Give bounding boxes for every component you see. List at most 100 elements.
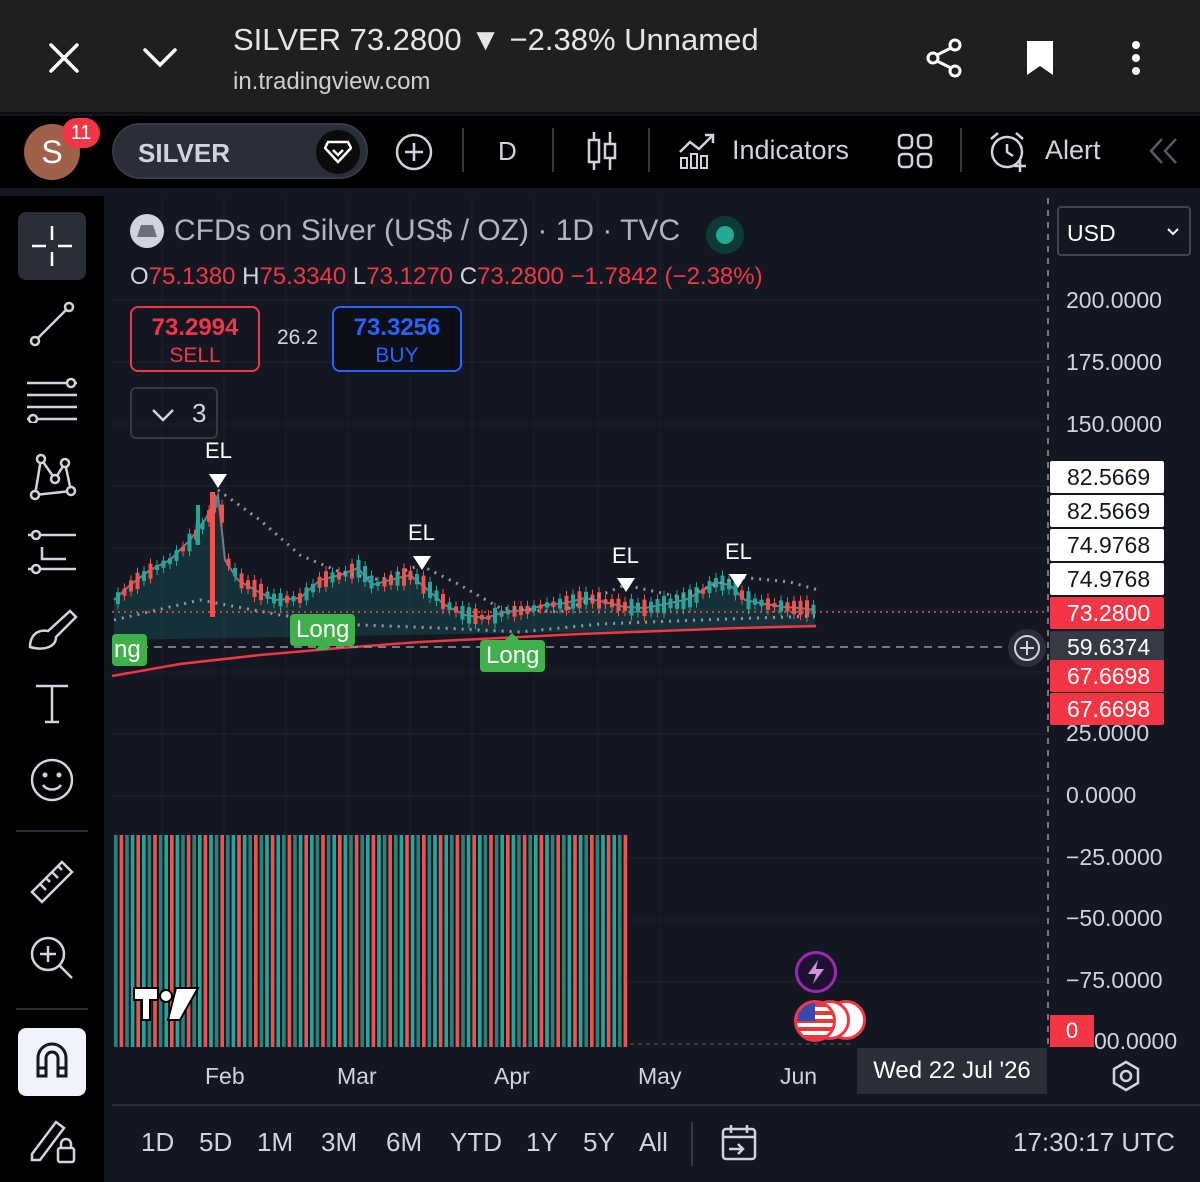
crosshair-price-label: 59.6374 <box>1050 631 1164 663</box>
toolbar-divider <box>552 128 554 172</box>
avatar-letter: S <box>41 134 63 170</box>
range-5d[interactable]: 5D <box>199 1127 232 1158</box>
page-url[interactable]: in.tradingview.com <box>233 68 430 96</box>
price-label: 74.9768 <box>1050 563 1164 595</box>
indicators-collapse-button[interactable]: 3 <box>130 387 218 439</box>
y-axis-tick: −75.0000 <box>1066 967 1163 993</box>
layout-grid-icon[interactable] <box>894 130 936 172</box>
lock-drawings-icon[interactable] <box>24 1112 80 1168</box>
chart-settings-icon[interactable] <box>1106 1056 1146 1096</box>
price-label: 67.6698 <box>1050 660 1164 692</box>
low-label: L <box>352 263 367 290</box>
currency-label: USD <box>1067 220 1116 246</box>
close-icon[interactable] <box>40 34 88 82</box>
price-label: 67.6698 <box>1050 693 1164 725</box>
ohlc-values: O75.1380 H75.3340 L73.1270 C73.2800 −1.7… <box>130 263 763 291</box>
range-5y[interactable]: 5Y <box>583 1127 615 1158</box>
toolbar-divider <box>960 128 962 172</box>
symbol-label: SILVER <box>138 138 230 168</box>
sell-price: 73.2994 <box>151 314 239 341</box>
low-value: 73.1270 <box>366 263 454 290</box>
indicators-button[interactable]: Indicators <box>732 135 849 166</box>
market-status-badge[interactable] <box>706 216 744 254</box>
open-value: 75.1380 <box>148 263 236 290</box>
toolbar-divider <box>462 128 464 172</box>
indicator-count: 3 <box>192 398 207 428</box>
add-price-line-icon[interactable] <box>1008 629 1046 667</box>
buy-button[interactable]: 73.3256 BUY <box>332 306 462 372</box>
bookmark-icon[interactable] <box>1016 34 1064 82</box>
range-ytd[interactable]: YTD <box>450 1127 502 1158</box>
series-legend[interactable]: CFDs on Silver (US$ / OZ) · 1D · TVC <box>174 214 680 248</box>
toolbar-divider <box>648 128 650 172</box>
close-label: C <box>459 263 478 290</box>
tools-divider <box>16 1008 88 1010</box>
range-divider <box>691 1122 693 1166</box>
us-flag-event-icon[interactable] <box>794 1000 836 1042</box>
crosshair-tool[interactable] <box>18 212 86 280</box>
y-axis-tick: 200.0000 <box>1066 287 1162 313</box>
text-tool-icon[interactable] <box>24 676 80 732</box>
range-1y[interactable]: 1Y <box>526 1127 558 1158</box>
notification-badge: 11 <box>62 118 100 148</box>
indicators-icon[interactable] <box>676 128 718 172</box>
long-signal-label: Long <box>480 640 546 672</box>
y-axis-tick: 150.0000 <box>1066 411 1162 437</box>
collapse-toolbar-icon[interactable] <box>1144 134 1184 168</box>
chevron-down-icon[interactable] <box>136 34 184 82</box>
forecasting-tool-icon[interactable] <box>24 524 80 580</box>
lightning-event-icon[interactable] <box>795 951 837 993</box>
page-title: SILVER 73.2800 ▼ −2.38% Unnamed <box>233 22 759 57</box>
emoji-icon[interactable] <box>24 752 80 808</box>
tools-divider <box>16 830 88 832</box>
range-all[interactable]: All <box>639 1127 668 1158</box>
silver-logo-icon <box>130 214 164 248</box>
crosshair-date-label: Wed 22 Jul '26 <box>857 1048 1047 1094</box>
interval-button[interactable]: D <box>498 136 517 167</box>
chevron-down-icon <box>152 409 174 422</box>
ruler-icon[interactable] <box>24 854 80 910</box>
long-signal-label: ng <box>112 634 147 666</box>
range-6m[interactable]: 6M <box>386 1127 422 1158</box>
pattern-tool-icon[interactable] <box>24 448 80 504</box>
fib-retracement-icon[interactable] <box>24 372 80 428</box>
buy-price: 73.3256 <box>353 314 441 341</box>
browser-top-bar: SILVER 73.2800 ▼ −2.38% Unnamed in.tradi… <box>0 0 1200 114</box>
tradingview-logo[interactable] <box>132 986 200 1022</box>
sell-button[interactable]: 73.2994 SELL <box>130 306 260 372</box>
price-label: 82.5669 <box>1050 495 1164 527</box>
y-axis-tick: 175.0000 <box>1066 349 1162 375</box>
go-to-date-icon[interactable] <box>718 1122 760 1164</box>
more-vertical-icon[interactable] <box>1112 34 1160 82</box>
x-axis-tick: Apr <box>494 1063 530 1089</box>
add-symbol-icon[interactable] <box>392 130 436 174</box>
magnet-tool[interactable] <box>18 1028 86 1096</box>
y-axis-tick: −25.0000 <box>1066 844 1163 870</box>
spread-value: 26.2 <box>277 326 318 349</box>
price-label: 74.9768 <box>1050 529 1164 561</box>
magnet-icon <box>36 1042 68 1078</box>
x-axis-tick: May <box>638 1063 682 1089</box>
zoom-in-icon[interactable] <box>24 930 80 986</box>
range-3m[interactable]: 3M <box>321 1127 357 1158</box>
alert-button[interactable]: Alert <box>1045 135 1101 166</box>
share-icon[interactable] <box>920 34 968 82</box>
currency-select[interactable]: USD <box>1057 206 1191 256</box>
clock-time: 17:30:17 UTC <box>1013 1127 1175 1157</box>
crosshair-icon <box>32 226 72 266</box>
sell-label: SELL <box>169 344 221 367</box>
range-1m[interactable]: 1M <box>257 1127 293 1158</box>
change-value: −1.7842 (−2.38%) <box>570 263 763 290</box>
volume-price-label: 0 <box>1050 1015 1094 1047</box>
alarm-clock-icon[interactable] <box>986 128 1030 174</box>
range-1d[interactable]: 1D <box>141 1127 174 1158</box>
el-signal-label: EL <box>612 543 639 568</box>
trend-line-icon[interactable] <box>24 296 80 352</box>
diamond-icon[interactable] <box>316 130 360 174</box>
flag-canton <box>797 1003 815 1021</box>
last-price-label: 73.2800 <box>1050 597 1164 629</box>
el-signal-label: EL <box>205 438 232 463</box>
brush-icon[interactable] <box>24 602 80 658</box>
x-axis-tick: Jun <box>780 1063 818 1089</box>
candles-icon[interactable] <box>582 128 622 174</box>
